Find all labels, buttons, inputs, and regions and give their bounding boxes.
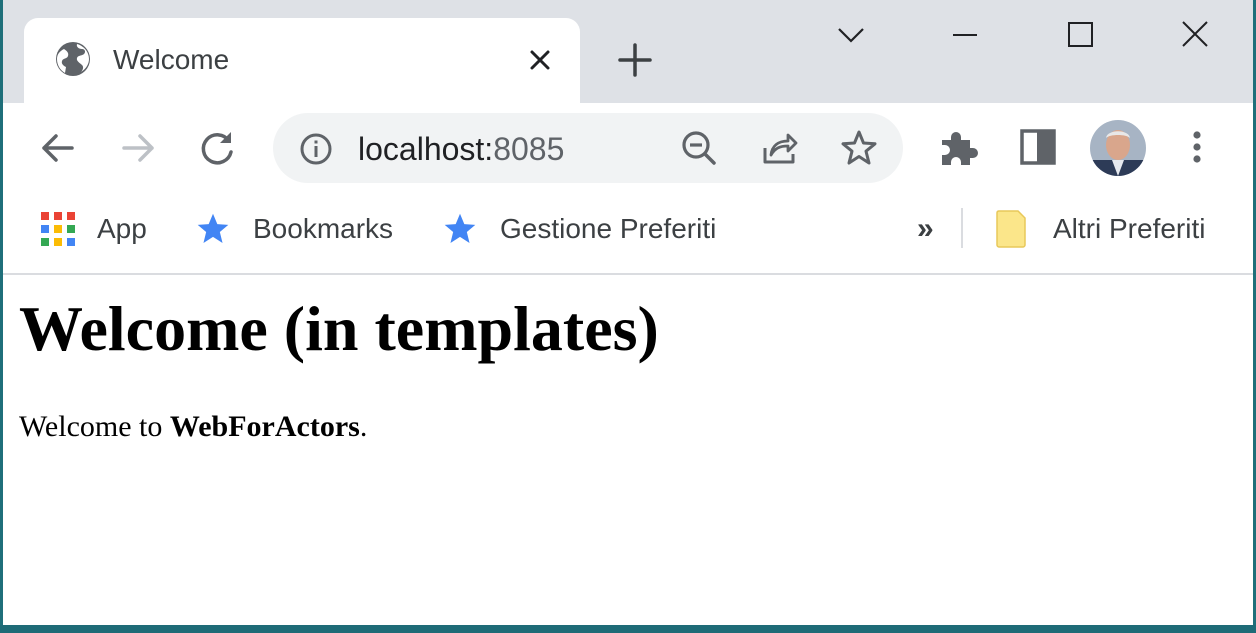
side-panel-icon[interactable] [1017, 126, 1059, 168]
bookmark-gestione-preferiti[interactable]: Gestione Preferiti [442, 207, 716, 251]
star-icon [197, 213, 229, 243]
welcome-text: Welcome to [19, 410, 170, 443]
extensions-puzzle-icon[interactable] [937, 126, 979, 168]
browser-toolbar: localhost:8085 [3, 103, 1253, 189]
minimize-icon[interactable] [943, 14, 987, 56]
star-icon [444, 213, 476, 243]
zoom-out-icon[interactable] [679, 128, 719, 168]
folder-icon [996, 210, 1026, 248]
title-bar: Welcome [3, 0, 1253, 103]
double-chevron-icon: » [917, 212, 934, 245]
globe-icon [56, 42, 90, 76]
profile-avatar[interactable] [1090, 120, 1146, 176]
welcome-paragraph: Welcome to WebForActors. [19, 409, 367, 445]
address-bar[interactable]: localhost:8085 [273, 113, 903, 183]
back-arrow-icon[interactable] [38, 128, 78, 168]
url-text[interactable]: localhost:8085 [358, 129, 564, 169]
apps-grid-icon [41, 212, 75, 246]
maximize-icon[interactable] [1058, 14, 1102, 56]
url-port: 8085 [493, 131, 565, 167]
close-window-icon[interactable] [1173, 14, 1217, 56]
page-heading: Welcome (in templates) [19, 293, 659, 364]
tab-search-icon[interactable] [829, 14, 873, 56]
bookmark-label: Bookmarks [253, 213, 394, 244]
forward-arrow-icon[interactable] [118, 128, 158, 168]
bookmarks-bar: App Bookmarks Gestione Preferiti » Altri… [3, 189, 1253, 275]
bookmark-app[interactable]: App [41, 207, 147, 251]
share-icon[interactable] [759, 128, 799, 168]
bookmark-label: App [97, 213, 147, 244]
avatar-photo-icon [1090, 120, 1146, 176]
bookmark-star-icon[interactable] [839, 128, 879, 168]
bookmark-label: Gestione Preferiti [500, 213, 717, 244]
bookmarks-overflow-chevron[interactable]: » [917, 207, 934, 251]
bookmark-bookmarks[interactable]: Bookmarks [195, 207, 393, 251]
page-content: Welcome (in templates) Welcome to WebFor… [3, 275, 1253, 625]
app-name: WebForActors [169, 410, 360, 443]
close-tab-icon[interactable] [524, 44, 556, 76]
desktop-strip [0, 625, 1256, 633]
tab-welcome[interactable]: Welcome [24, 18, 580, 103]
browser-window: Welcome localhost:8085 App Bookmarks Ges… [3, 0, 1253, 625]
tab-title: Welcome [113, 44, 230, 75]
reload-icon[interactable] [198, 128, 238, 168]
welcome-period: . [359, 410, 368, 443]
url-host: localhost: [358, 131, 494, 167]
bookmarks-divider [961, 208, 963, 248]
site-info-icon[interactable] [299, 132, 333, 166]
more-menu-icon[interactable] [1176, 126, 1218, 168]
bookmark-label: Altri Preferiti [1053, 213, 1206, 244]
new-tab-icon[interactable] [615, 40, 655, 80]
bookmark-folder-altri-preferiti[interactable]: Altri Preferiti [995, 207, 1205, 251]
